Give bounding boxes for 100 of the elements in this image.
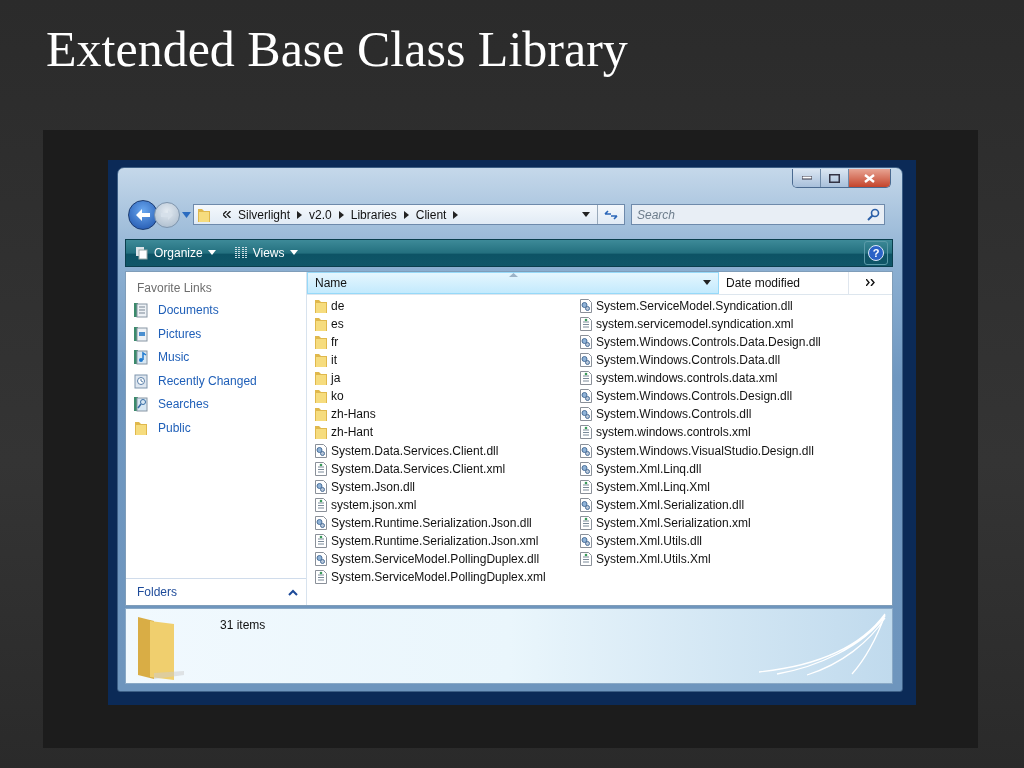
- dropdown-arrow-icon[interactable]: [582, 212, 590, 218]
- file-item[interactable]: System.Windows.Controls.Data.Design.dll: [578, 332, 892, 351]
- folder-icon: [313, 424, 329, 441]
- folder-icon: [313, 297, 329, 314]
- file-item[interactable]: system.json.xml: [313, 495, 578, 514]
- file-item[interactable]: System.Runtime.Serialization.Json.xml: [313, 531, 578, 550]
- file-item[interactable]: System.Windows.VisualStudio.Design.dll: [578, 441, 892, 460]
- file-item[interactable]: System.Xml.Serialization.xml: [578, 513, 892, 532]
- left-arrow-icon: [135, 207, 151, 222]
- favorite-link[interactable]: Documents: [126, 298, 306, 323]
- file-item[interactable]: fr: [313, 332, 578, 351]
- folder-icon: [313, 406, 329, 423]
- sort-arrow-icon: [509, 272, 518, 277]
- gear-file-icon: [578, 496, 594, 513]
- gear-file-icon: [313, 442, 329, 459]
- folder-icon: [196, 206, 212, 223]
- favorite-link[interactable]: Public: [126, 416, 306, 440]
- folder-icon: [313, 388, 329, 405]
- search-field[interactable]: Search: [631, 204, 885, 226]
- file-item[interactable]: ja: [313, 369, 578, 388]
- document-icon: [313, 532, 329, 549]
- file-item[interactable]: System.Xml.Utils.Xml: [578, 550, 892, 569]
- dropdown-arrow-icon: [289, 250, 298, 256]
- file-item[interactable]: System.Xml.Serialization.dll: [578, 495, 892, 514]
- breadcrumb-item[interactable]: Silverlight: [238, 207, 291, 222]
- file-item[interactable]: system.windows.controls.data.xml: [578, 369, 892, 388]
- file-item[interactable]: System.Runtime.Serialization.Json.dll: [313, 513, 578, 532]
- column-header[interactable]: Date modified: [719, 271, 849, 294]
- item-count: 31 items: [220, 618, 266, 634]
- favorite-link[interactable]: Music: [126, 345, 306, 370]
- music-note-icon: [133, 349, 149, 366]
- folder-icon: [313, 352, 329, 369]
- file-item[interactable]: it: [313, 351, 578, 370]
- document-icon: [578, 424, 594, 441]
- file-item[interactable]: System.Json.dll: [313, 477, 578, 496]
- views-icon: [233, 245, 248, 260]
- clock-folder-icon: [133, 372, 149, 389]
- file-item[interactable]: ko: [313, 387, 578, 406]
- pages-icon: [135, 245, 149, 260]
- favorite-link[interactable]: Recently Changed: [126, 369, 306, 393]
- gear-file-icon: [578, 460, 594, 477]
- double-chevron-icon[interactable]: [223, 211, 231, 219]
- breadcrumb-item[interactable]: Client: [415, 207, 447, 222]
- folder-icon: [313, 315, 329, 332]
- maximize-button[interactable]: [821, 169, 849, 187]
- history-dropdown-icon[interactable]: [182, 211, 191, 218]
- dropdown-arrow-icon[interactable]: [703, 280, 711, 286]
- file-item[interactable]: es: [313, 314, 578, 333]
- breadcrumb-item[interactable]: v2.0: [309, 207, 332, 222]
- gear-file-icon: [578, 532, 594, 549]
- breadcrumb-arrow-icon[interactable]: [297, 210, 303, 219]
- file-item[interactable]: System.ServiceModel.PollingDuplex.dll: [313, 550, 578, 569]
- file-item[interactable]: zh-Hant: [313, 423, 578, 442]
- file-item[interactable]: System.Xml.Linq.dll: [578, 459, 892, 478]
- refresh-arrows-icon: [604, 208, 618, 221]
- toolbar-button[interactable]: Organize: [132, 245, 219, 260]
- maximize-icon: [829, 173, 840, 183]
- folder-icon: [313, 370, 329, 387]
- file-item[interactable]: zh-Hans: [313, 405, 578, 424]
- document-icon: [578, 370, 594, 387]
- file-item[interactable]: de: [313, 296, 578, 315]
- file-item[interactable]: System.Windows.Controls.Data.dll: [578, 351, 892, 370]
- file-item[interactable]: system.windows.controls.xml: [578, 423, 892, 442]
- gear-file-icon: [578, 388, 594, 405]
- file-item[interactable]: System.Xml.Linq.Xml: [578, 477, 892, 496]
- address-bar[interactable]: Silverlight v2.0 Libraries Client: [193, 204, 625, 226]
- file-item[interactable]: System.Data.Services.Client.dll: [313, 441, 578, 460]
- breadcrumb-arrow-icon[interactable]: [403, 210, 409, 219]
- file-item[interactable]: System.ServiceModel.PollingDuplex.xml: [313, 568, 578, 587]
- file-item[interactable]: system.servicemodel.syndication.xml: [578, 314, 892, 333]
- gear-file-icon: [578, 352, 594, 369]
- file-item[interactable]: System.Data.Services.Client.xml: [313, 459, 578, 478]
- search-icon: [867, 208, 880, 222]
- column-header[interactable]: Name: [307, 271, 719, 294]
- breadcrumb-arrow-icon[interactable]: [453, 210, 459, 219]
- minimize-icon: [801, 176, 812, 180]
- toolbar-button[interactable]: Views: [230, 245, 301, 260]
- favorite-link[interactable]: Searches: [126, 392, 306, 417]
- search-folder-icon: [133, 396, 149, 413]
- close-icon: [864, 173, 875, 183]
- breadcrumb-item[interactable]: Libraries: [350, 207, 397, 222]
- file-item[interactable]: System.ServiceModel.Syndication.dll: [578, 296, 892, 315]
- document-icon: [578, 551, 594, 568]
- file-item[interactable]: System.Xml.Utils.dll: [578, 531, 892, 550]
- folder-icon: [313, 333, 329, 350]
- favorite-link[interactable]: Pictures: [126, 322, 306, 346]
- folders-toggle[interactable]: Folders: [126, 578, 306, 605]
- document-icon: [313, 569, 329, 586]
- section-heading: Favorite Links: [136, 279, 213, 297]
- slide-title: Extended Base Class Library: [45, 20, 629, 79]
- gear-file-icon: [578, 442, 594, 459]
- more-columns-icon[interactable]: [866, 279, 875, 287]
- breadcrumb-arrow-icon[interactable]: [338, 210, 344, 219]
- document-icon: [313, 460, 329, 477]
- file-item[interactable]: System.Windows.Controls.Design.dll: [578, 387, 892, 406]
- folder-icon: [133, 419, 149, 436]
- document-icon: [578, 315, 594, 332]
- back-button[interactable]: [128, 199, 158, 230]
- file-item[interactable]: System.Windows.Controls.dll: [578, 405, 892, 424]
- close-button[interactable]: [849, 169, 890, 187]
